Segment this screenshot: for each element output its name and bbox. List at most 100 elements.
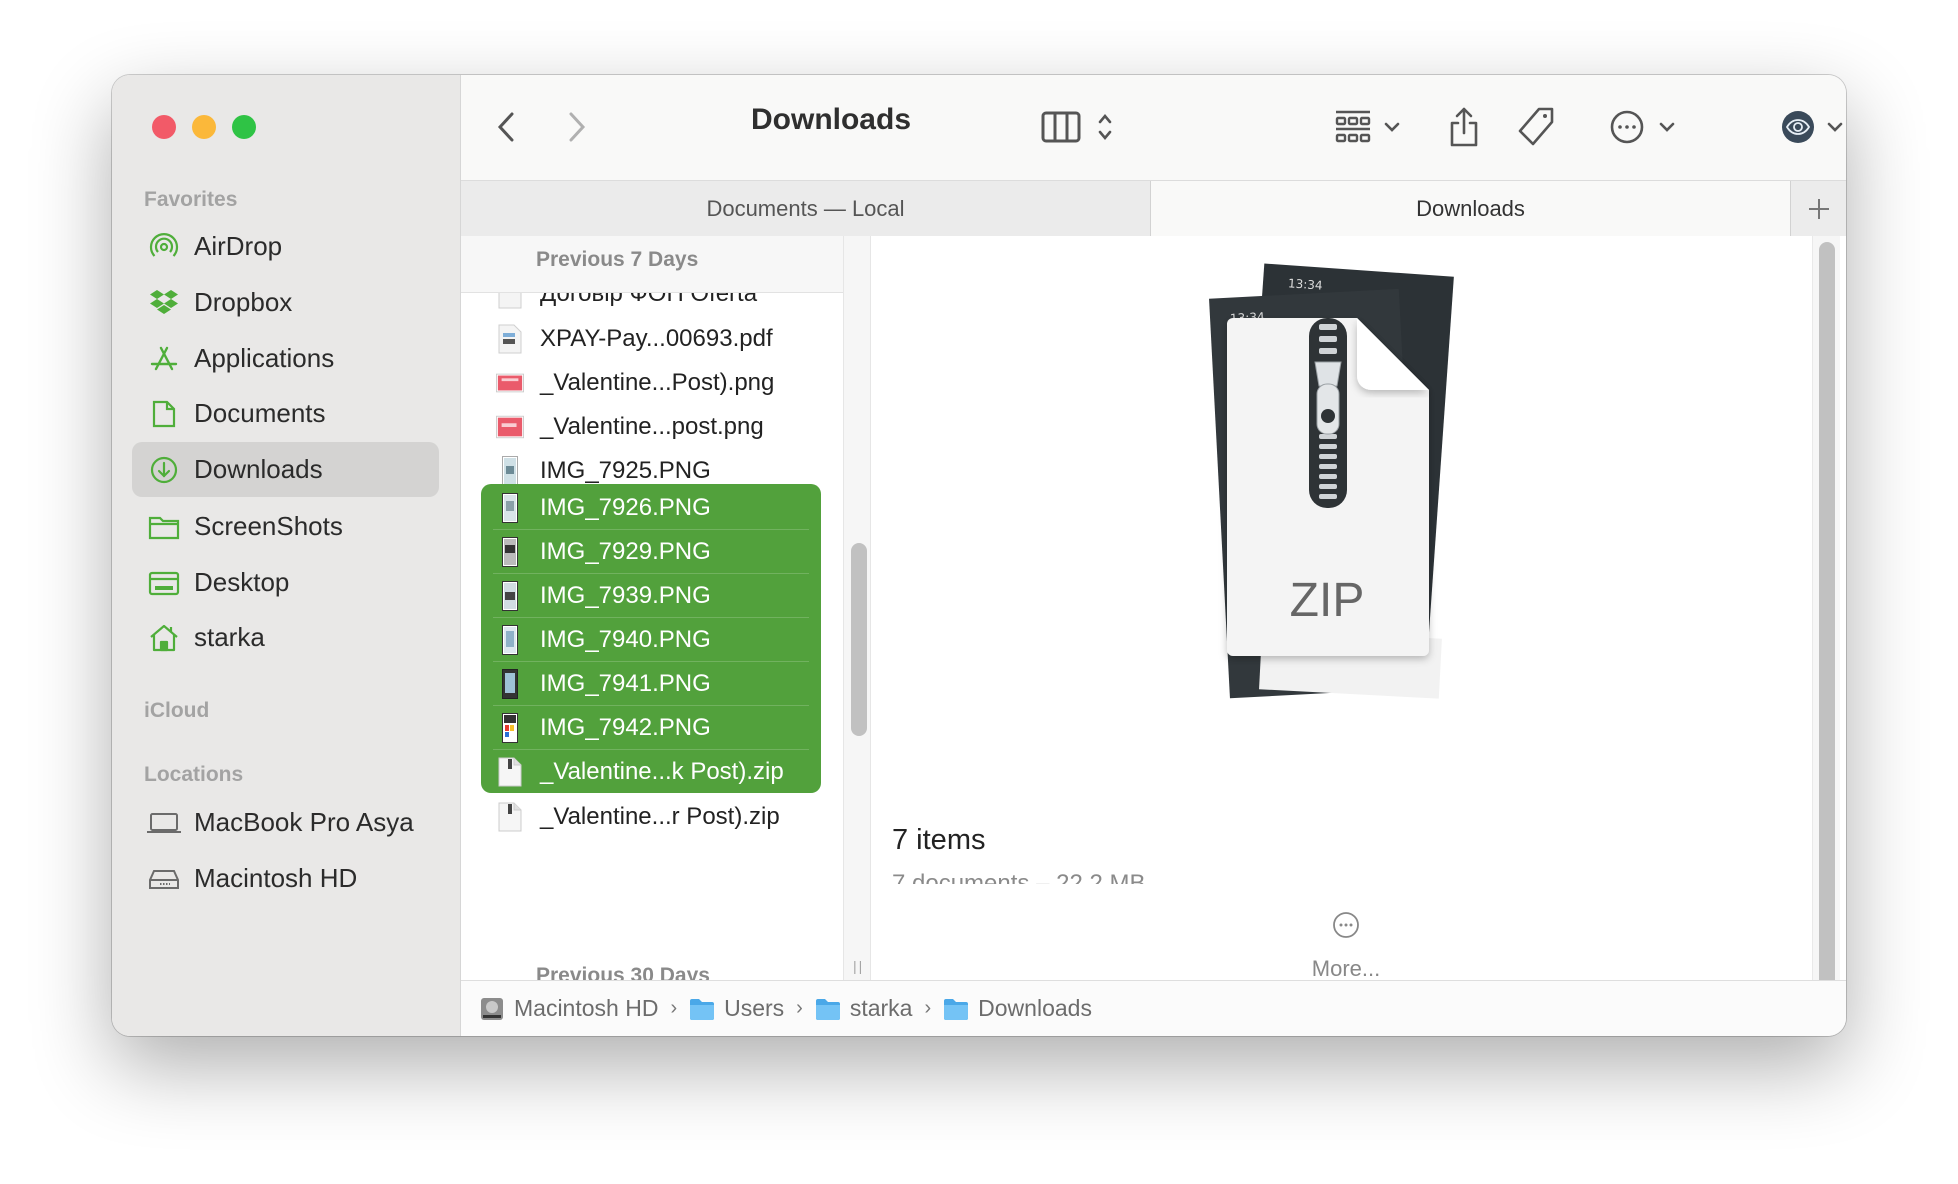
group-header-previous-30-days: Previous 30 Days (536, 964, 710, 980)
sidebar-item-dropbox[interactable]: Dropbox (132, 275, 439, 330)
svg-text:13:34: 13:34 (1288, 276, 1323, 292)
scrollbar-thumb[interactable] (851, 543, 867, 736)
group-icon (1335, 110, 1371, 143)
sidebar-item-macintosh-hd[interactable]: Macintosh HD (132, 851, 439, 906)
file-name: _Valentine...post.png (540, 413, 764, 440)
hard-drive-icon (481, 997, 503, 1020)
file-name: IMG_7942.PNG (540, 714, 711, 741)
sidebar-item-airdrop[interactable]: AirDrop (132, 219, 439, 274)
pdf-file-icon (496, 321, 524, 357)
column-view-icon (1041, 111, 1081, 143)
file-row-selected[interactable]: _Valentine...k Post).zip (481, 750, 821, 794)
file-name: IMG_7941.PNG (540, 670, 711, 697)
file-row[interactable]: XPAY-Pay...00693.pdf (481, 317, 821, 361)
sidebar-item-downloads[interactable]: Downloads (132, 442, 439, 497)
file-row-selected[interactable]: IMG_7939.PNG (481, 574, 821, 618)
tag-icon (1518, 107, 1554, 146)
sidebar-item-label: Dropbox (194, 287, 293, 317)
path-crumb-starka[interactable]: starka (815, 995, 913, 1022)
zoom-window-button[interactable] (232, 115, 256, 139)
more-button[interactable]: More... (1286, 956, 1406, 982)
zip-file-icon (496, 754, 524, 790)
forward-button[interactable] (562, 109, 592, 145)
sidebar-item-screenshots[interactable]: ScreenShots (132, 499, 439, 554)
desktop-icon (146, 565, 182, 601)
group-by-button[interactable] (1329, 107, 1405, 147)
file-row[interactable]: _Valentine...post.png (481, 405, 821, 449)
toolbar: Downloads (461, 75, 1846, 180)
chevron-down-icon (1384, 122, 1400, 132)
path-crumb-downloads[interactable]: Downloads (943, 995, 1092, 1022)
crumb-label: Downloads (978, 995, 1092, 1021)
phone-screenshot-icon (496, 534, 524, 570)
download-icon (146, 452, 182, 488)
path-crumb-users[interactable]: Users (689, 995, 784, 1022)
view-options-icon (1098, 113, 1112, 141)
downloads-folder-icon (944, 998, 969, 1020)
tab-downloads[interactable]: Downloads (1151, 181, 1790, 236)
file-row-selected[interactable]: IMG_7926.PNG (481, 486, 821, 530)
minimize-window-button[interactable] (192, 115, 216, 139)
tag-button[interactable] (1517, 105, 1557, 149)
preview-options-button[interactable] (1779, 109, 1845, 145)
close-window-button[interactable] (152, 115, 176, 139)
more-actions-button[interactable] (1606, 107, 1678, 147)
sidebar-item-label: Applications (194, 343, 335, 373)
file-row-selected[interactable]: IMG_7929.PNG (481, 530, 821, 574)
phone-screenshot-icon (496, 490, 524, 526)
crumb-label: Macintosh HD (514, 995, 659, 1021)
file-name: _Valentine...k Post).zip (540, 758, 784, 785)
share-button[interactable] (1446, 105, 1482, 149)
sidebar-item-label: Macintosh HD (194, 863, 358, 893)
crumb-label: starka (849, 995, 913, 1021)
file-list-column: Previous 7 Days Договір ФОП Оferta XPAY-… (461, 236, 843, 980)
file-row-selected[interactable]: IMG_7940.PNG (481, 618, 821, 662)
window-title: Downloads (751, 103, 912, 136)
sidebar-item-desktop[interactable]: Desktop (132, 555, 439, 610)
file-row[interactable]: _Valentine...r Post).zip (481, 795, 821, 839)
preview-title: 7 items (892, 824, 986, 856)
column-resize-handle[interactable]: || (853, 958, 864, 974)
more-actions-icon (1610, 110, 1644, 144)
more-icon[interactable] (1331, 910, 1361, 940)
file-row-selected[interactable]: IMG_7941.PNG (481, 662, 821, 706)
preview-subtitle: 7 documents – 22.2 MB (892, 872, 1292, 884)
file-row-selected[interactable]: IMG_7942.PNG (481, 706, 821, 750)
applications-icon (146, 341, 182, 377)
file-name: IMG_7940.PNG (540, 626, 711, 653)
chevron-right-icon: › (670, 997, 678, 1019)
sidebar-item-label: MacBook Pro Asya (194, 807, 414, 837)
finder-window: Favorites AirDrop Dropbox Applications D… (112, 75, 1846, 1036)
dropbox-icon (146, 285, 182, 321)
file-name: IMG_7926.PNG (540, 494, 711, 521)
crumb-label: Users (724, 995, 785, 1021)
file-name: _Valentine...r Post).zip (540, 803, 780, 830)
sidebar-item-documents[interactable]: Documents (132, 386, 439, 441)
airdrop-icon (146, 229, 182, 265)
chevron-down-icon (1659, 122, 1675, 132)
new-tab-button[interactable] (1790, 181, 1846, 236)
scrollbar-thumb[interactable] (1819, 242, 1835, 980)
sidebar-item-macbook[interactable]: MacBook Pro Asya (132, 795, 439, 850)
back-icon (497, 112, 514, 142)
path-crumb-macintosh-hd[interactable]: Macintosh HD (479, 995, 658, 1022)
sidebar-item-label: Desktop (194, 567, 290, 597)
tab-documents-local[interactable]: Documents — Local (461, 181, 1151, 236)
file-list-scrollbar[interactable]: || (843, 236, 871, 980)
file-row[interactable]: _Valentine...Post).png (481, 361, 821, 405)
preview-scrollbar[interactable] (1812, 236, 1840, 980)
sidebar-section-icloud: iCloud (144, 699, 210, 722)
sidebar-section-favorites: Favorites (144, 188, 238, 211)
sidebar-item-label: Documents (194, 398, 326, 428)
back-button[interactable] (491, 109, 521, 145)
sidebar-item-label: starka (194, 622, 265, 652)
phone-screenshot-icon (496, 622, 524, 658)
folder-icon (690, 998, 715, 1020)
chevron-right-icon: › (924, 997, 932, 1019)
tab-bar: Documents — Local Downloads (461, 180, 1846, 236)
file-name: IMG_7925.PNG (540, 457, 711, 484)
sidebar-item-applications[interactable]: Applications (132, 331, 439, 386)
view-mode-button[interactable] (1036, 107, 1118, 147)
path-bar: Macintosh HD › Users › starka › Download… (461, 980, 1846, 1036)
sidebar-item-starka[interactable]: starka (132, 610, 439, 665)
